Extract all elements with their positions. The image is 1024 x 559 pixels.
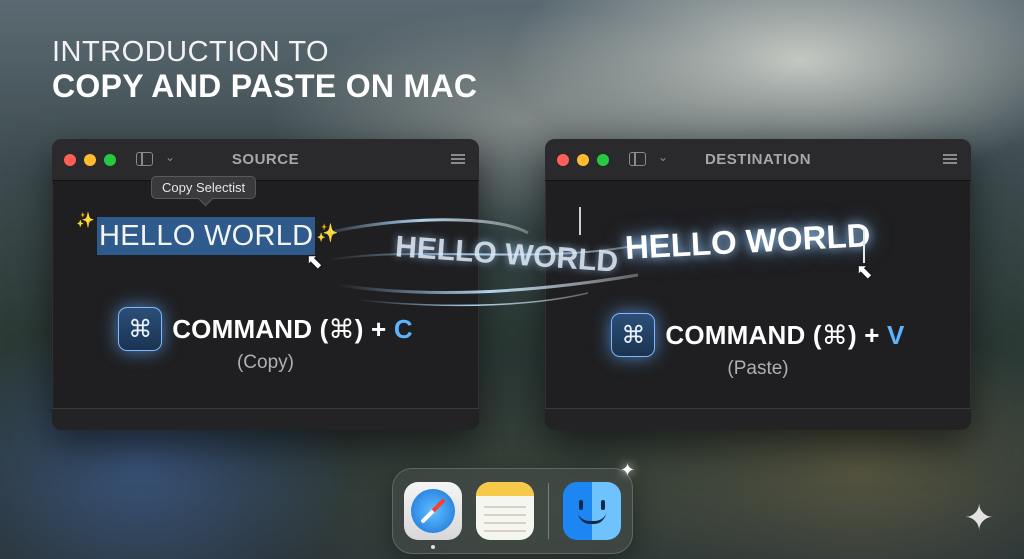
command-key-icon: ⌘ [611, 313, 656, 357]
shortcut-caption: (Paste) [727, 358, 789, 379]
destination-titlebar[interactable]: ⌄ DESTINATION [545, 139, 971, 181]
finder-icon[interactable] [563, 482, 621, 540]
window-title: SOURCE [231, 151, 300, 168]
text-caret [863, 229, 865, 263]
mouse-cursor-icon: ⬉ [856, 261, 873, 283]
status-bar [52, 408, 479, 430]
window-title: DESTINATION [704, 151, 812, 168]
safari-icon[interactable] [404, 482, 462, 549]
heading-line-2: COPY AND PASTE ON MAC [52, 68, 478, 104]
tooltip: Copy Selectist [151, 176, 257, 199]
dock [392, 468, 633, 554]
sparkle-icon: ✨ [76, 212, 95, 229]
source-titlebar[interactable]: ⌄ SOURCE [52, 139, 479, 181]
running-indicator [431, 545, 435, 549]
gemini-sparkle-icon: ✦ [964, 498, 995, 539]
shortcut-caption: (Copy) [236, 352, 294, 373]
dock-separator [548, 483, 549, 539]
pasted-text[interactable]: HELLO WORLD [624, 216, 871, 267]
command-key-icon: ⌘ [118, 307, 163, 351]
list-icon[interactable] [451, 153, 465, 165]
heading-line-1: INTRODUCTION TO [52, 36, 330, 68]
status-bar [545, 408, 971, 430]
notes-icon[interactable] [476, 482, 534, 540]
shortcut-text: COMMAND (⌘) + V [665, 319, 905, 351]
page-heading: INTRODUCTION TO COPY AND PASTE ON MAC [52, 36, 477, 104]
list-icon[interactable] [943, 153, 957, 165]
selected-text[interactable]: HELLO WORLD [97, 217, 316, 255]
shortcut-text: COMMAND (⌘) + C [172, 313, 413, 345]
paste-shortcut: ⌘ COMMAND (⌘) + V [545, 313, 971, 357]
sparkle-icon: ✦ [620, 460, 636, 480]
